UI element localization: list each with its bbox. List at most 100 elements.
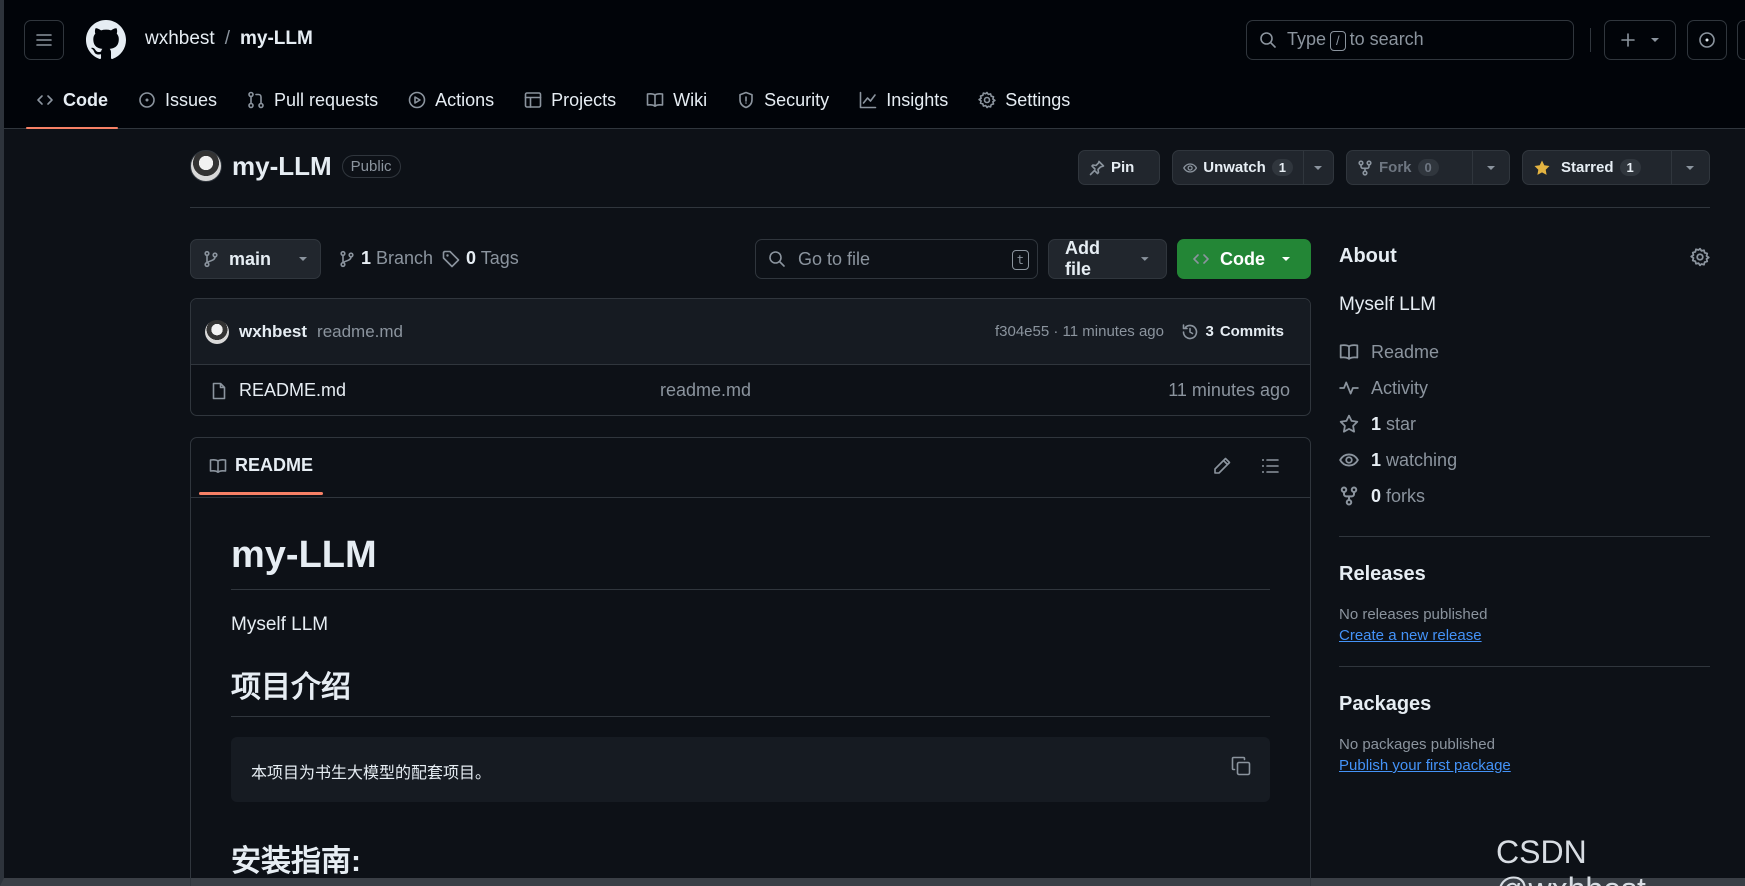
- go-to-file-shortcut: t: [1011, 250, 1029, 270]
- commit-author-avatar[interactable]: [205, 319, 229, 344]
- gear-icon[interactable]: [1690, 247, 1710, 267]
- tab-settings[interactable]: Settings: [968, 82, 1080, 118]
- tab-security[interactable]: Security: [727, 82, 839, 118]
- file-updated-time: 11 minutes ago: [1168, 380, 1290, 400]
- fork-label: Fork: [1379, 159, 1412, 176]
- pencil-icon[interactable]: [1212, 456, 1232, 476]
- tab-code[interactable]: Code: [26, 82, 118, 129]
- readme-intro: Myself LLM: [231, 614, 329, 635]
- branch-select-button[interactable]: main: [190, 239, 321, 279]
- your-issues-button[interactable]: [1687, 20, 1727, 60]
- star-button[interactable]: Starred 1: [1522, 150, 1710, 185]
- readme-link-label: Readme: [1371, 341, 1440, 362]
- tab-actions[interactable]: Actions: [398, 82, 504, 118]
- forks-link-label: forks: [1386, 485, 1426, 506]
- eye-icon: [1183, 162, 1198, 173]
- code-button-label: Code: [1220, 248, 1265, 269]
- star-count: 1: [1619, 159, 1641, 176]
- star-lists-dropdown[interactable]: [1671, 151, 1708, 184]
- branch-icon: [204, 250, 218, 268]
- issue-icon: [139, 92, 155, 108]
- caret-down-icon: [1686, 165, 1694, 170]
- breadcrumb-separator: /: [224, 28, 230, 49]
- add-file-button[interactable]: Add file: [1048, 238, 1167, 279]
- latest-commit-row: wxhbest readme.md f304e55 · 11 minutes a…: [191, 299, 1310, 365]
- releases-title[interactable]: Releases: [1339, 563, 1710, 586]
- watch-count: 1: [1271, 159, 1293, 176]
- tab-projects[interactable]: Projects: [514, 82, 626, 118]
- caret-down-icon: [299, 257, 307, 261]
- code-icon: [1193, 254, 1209, 264]
- search-icon: [769, 251, 785, 267]
- owner-avatar[interactable]: [190, 150, 222, 182]
- code-clone-button[interactable]: Code: [1177, 239, 1311, 279]
- caret-down-icon: [1314, 165, 1322, 170]
- file-commit-message[interactable]: readme.md: [660, 380, 751, 401]
- stars-count: 1: [1371, 413, 1382, 434]
- github-logo[interactable]: [86, 20, 126, 60]
- pull-requests-button[interactable]: [1737, 20, 1745, 60]
- watch-dropdown[interactable]: [1303, 151, 1332, 184]
- watchers-link-label: watching: [1386, 449, 1458, 470]
- create-release-link[interactable]: Create a new release: [1339, 627, 1710, 644]
- go-to-file-input[interactable]: Go to file t: [755, 239, 1038, 279]
- search-icon: [1260, 32, 1276, 48]
- tags-link[interactable]: 0 Tags: [442, 248, 519, 269]
- table-row[interactable]: README.md readme.md 11 minutes ago: [191, 365, 1310, 415]
- file-browser: wxhbest readme.md f304e55 · 11 minutes a…: [190, 298, 1311, 416]
- tab-pull-requests[interactable]: Pull requests: [237, 82, 388, 118]
- tab-settings-label: Settings: [1005, 89, 1071, 110]
- readme-code-text: 本项目为书生大模型的配套项目。: [251, 763, 492, 782]
- about-links: Readme Activity 1 star 1 watching 0 fork…: [1339, 334, 1710, 514]
- packages-title[interactable]: Packages: [1339, 693, 1710, 716]
- pull-request-icon: [248, 91, 264, 109]
- packages-empty-text: No packages published: [1339, 736, 1495, 753]
- publish-package-link[interactable]: Publish your first package: [1339, 757, 1710, 774]
- watchers-link[interactable]: 1 watching: [1339, 442, 1710, 478]
- play-icon: [408, 91, 426, 109]
- create-new-button[interactable]: [1604, 20, 1676, 60]
- search-suffix-text: to search: [1349, 29, 1424, 49]
- search-prefix-text: Type: [1287, 29, 1327, 49]
- fork-button[interactable]: Fork 0: [1346, 150, 1510, 185]
- breadcrumb-owner[interactable]: wxhbest: [145, 28, 215, 50]
- repo-title: my-LLM Public: [190, 150, 401, 182]
- forks-count: 0: [1371, 485, 1382, 506]
- hamburger-menu-button[interactable]: [24, 20, 64, 60]
- copy-icon[interactable]: [1230, 755, 1252, 777]
- stars-link[interactable]: 1 star: [1339, 406, 1710, 442]
- tab-insights[interactable]: Insights: [849, 82, 958, 118]
- readme-toolbar: README: [191, 438, 1310, 498]
- branch-name: main: [229, 248, 272, 269]
- branches-link[interactable]: 1 Branch: [339, 248, 433, 269]
- fork-dropdown[interactable]: [1472, 151, 1509, 184]
- breadcrumb-repo[interactable]: my-LLM: [240, 28, 313, 50]
- commit-author[interactable]: wxhbest: [239, 322, 307, 342]
- commit-message[interactable]: readme.md: [317, 322, 403, 342]
- caret-down-icon: [1282, 257, 1290, 261]
- tab-issues[interactable]: Issues: [128, 82, 227, 118]
- fork-icon: [1340, 486, 1358, 506]
- about-title: About: [1339, 245, 1397, 267]
- commit-sha-time[interactable]: f304e55 · 11 minutes ago: [995, 323, 1164, 340]
- readme-heading: my-LLM: [231, 534, 1270, 590]
- breadcrumb: wxhbest / my-LLM: [145, 28, 313, 50]
- search-input[interactable]: Type / to search: [1246, 20, 1574, 60]
- activity-link[interactable]: Activity: [1339, 370, 1710, 406]
- file-name[interactable]: README.md: [239, 380, 346, 401]
- readme-tab[interactable]: README: [198, 455, 324, 495]
- issue-opened-icon: [1699, 32, 1715, 48]
- header-divider: [1590, 28, 1591, 52]
- commits-history-link[interactable]: 3 Commits: [1181, 323, 1284, 341]
- tag-icon: [442, 250, 460, 267]
- watch-button[interactable]: Unwatch 1: [1172, 150, 1334, 185]
- file-icon: [212, 382, 226, 399]
- tab-wiki[interactable]: Wiki: [636, 82, 717, 118]
- forks-link[interactable]: 0 forks: [1339, 478, 1710, 514]
- caret-down-icon: [1651, 38, 1659, 42]
- pin-button[interactable]: Pin: [1078, 150, 1160, 185]
- list-unordered-icon[interactable]: [1260, 456, 1280, 476]
- fork-count: 0: [1417, 159, 1439, 176]
- repo-name[interactable]: my-LLM: [232, 151, 332, 182]
- readme-link[interactable]: Readme: [1339, 334, 1710, 370]
